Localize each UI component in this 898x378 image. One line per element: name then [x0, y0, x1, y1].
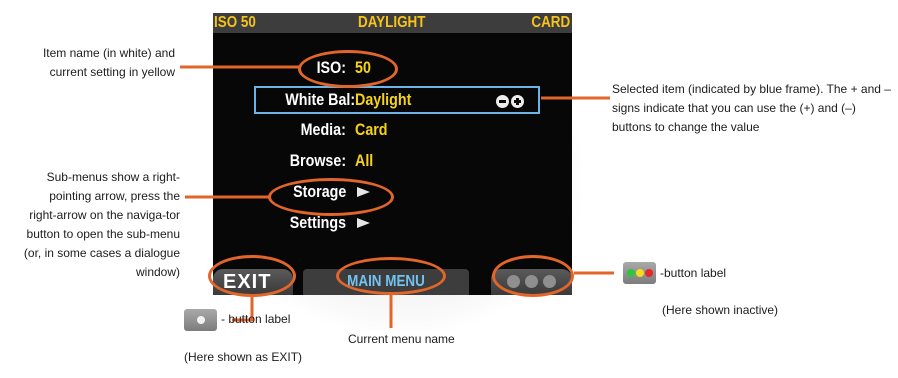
annotation-submenus: Sub-menus show a right-pointing arrow, p… — [23, 170, 180, 279]
annotation-left-button-note: (Here shown as EXIT) — [184, 350, 303, 364]
green-dot-icon — [627, 269, 635, 277]
annotation-item-name: Item name (in white) and current setting… — [42, 46, 175, 79]
red-dot-icon — [645, 269, 653, 277]
yellow-dot-icon — [636, 269, 644, 277]
gray-button-icon — [184, 309, 217, 331]
white-dot-icon — [197, 316, 205, 324]
annotation-selected-item: Selected item (indicated by blue frame).… — [612, 82, 891, 134]
annotation-color-button-note: (Here shown inactive) — [662, 303, 779, 317]
color-dots-button-icon — [623, 262, 656, 284]
annotation-left-button-label: - button label — [221, 312, 291, 326]
annotation-current-menu: Current menu name — [348, 332, 455, 346]
annotation-color-button-label: -button label — [660, 266, 727, 280]
